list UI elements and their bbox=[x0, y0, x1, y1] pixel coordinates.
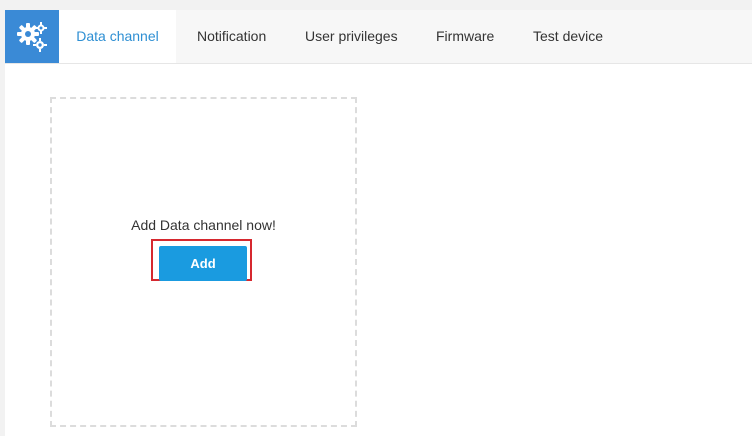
add-button-highlight: Add bbox=[151, 239, 252, 281]
tab-firmware[interactable]: Firmware bbox=[436, 10, 494, 63]
tab-user-privileges[interactable]: User privileges bbox=[305, 10, 398, 63]
empty-data-channel-card: Add Data channel now! Add bbox=[50, 97, 357, 427]
gears-icon bbox=[17, 21, 47, 52]
settings-button[interactable] bbox=[5, 10, 59, 63]
device-settings-panel: Data channel Notification User privilege… bbox=[5, 10, 752, 436]
add-data-channel-button[interactable]: Add bbox=[159, 246, 247, 281]
tab-data-channel[interactable]: Data channel bbox=[59, 10, 176, 63]
tab-bar: Data channel Notification User privilege… bbox=[5, 10, 752, 64]
tab-test-device[interactable]: Test device bbox=[533, 10, 603, 63]
empty-state-message: Add Data channel now! bbox=[131, 217, 276, 233]
tab-notification[interactable]: Notification bbox=[197, 10, 266, 63]
